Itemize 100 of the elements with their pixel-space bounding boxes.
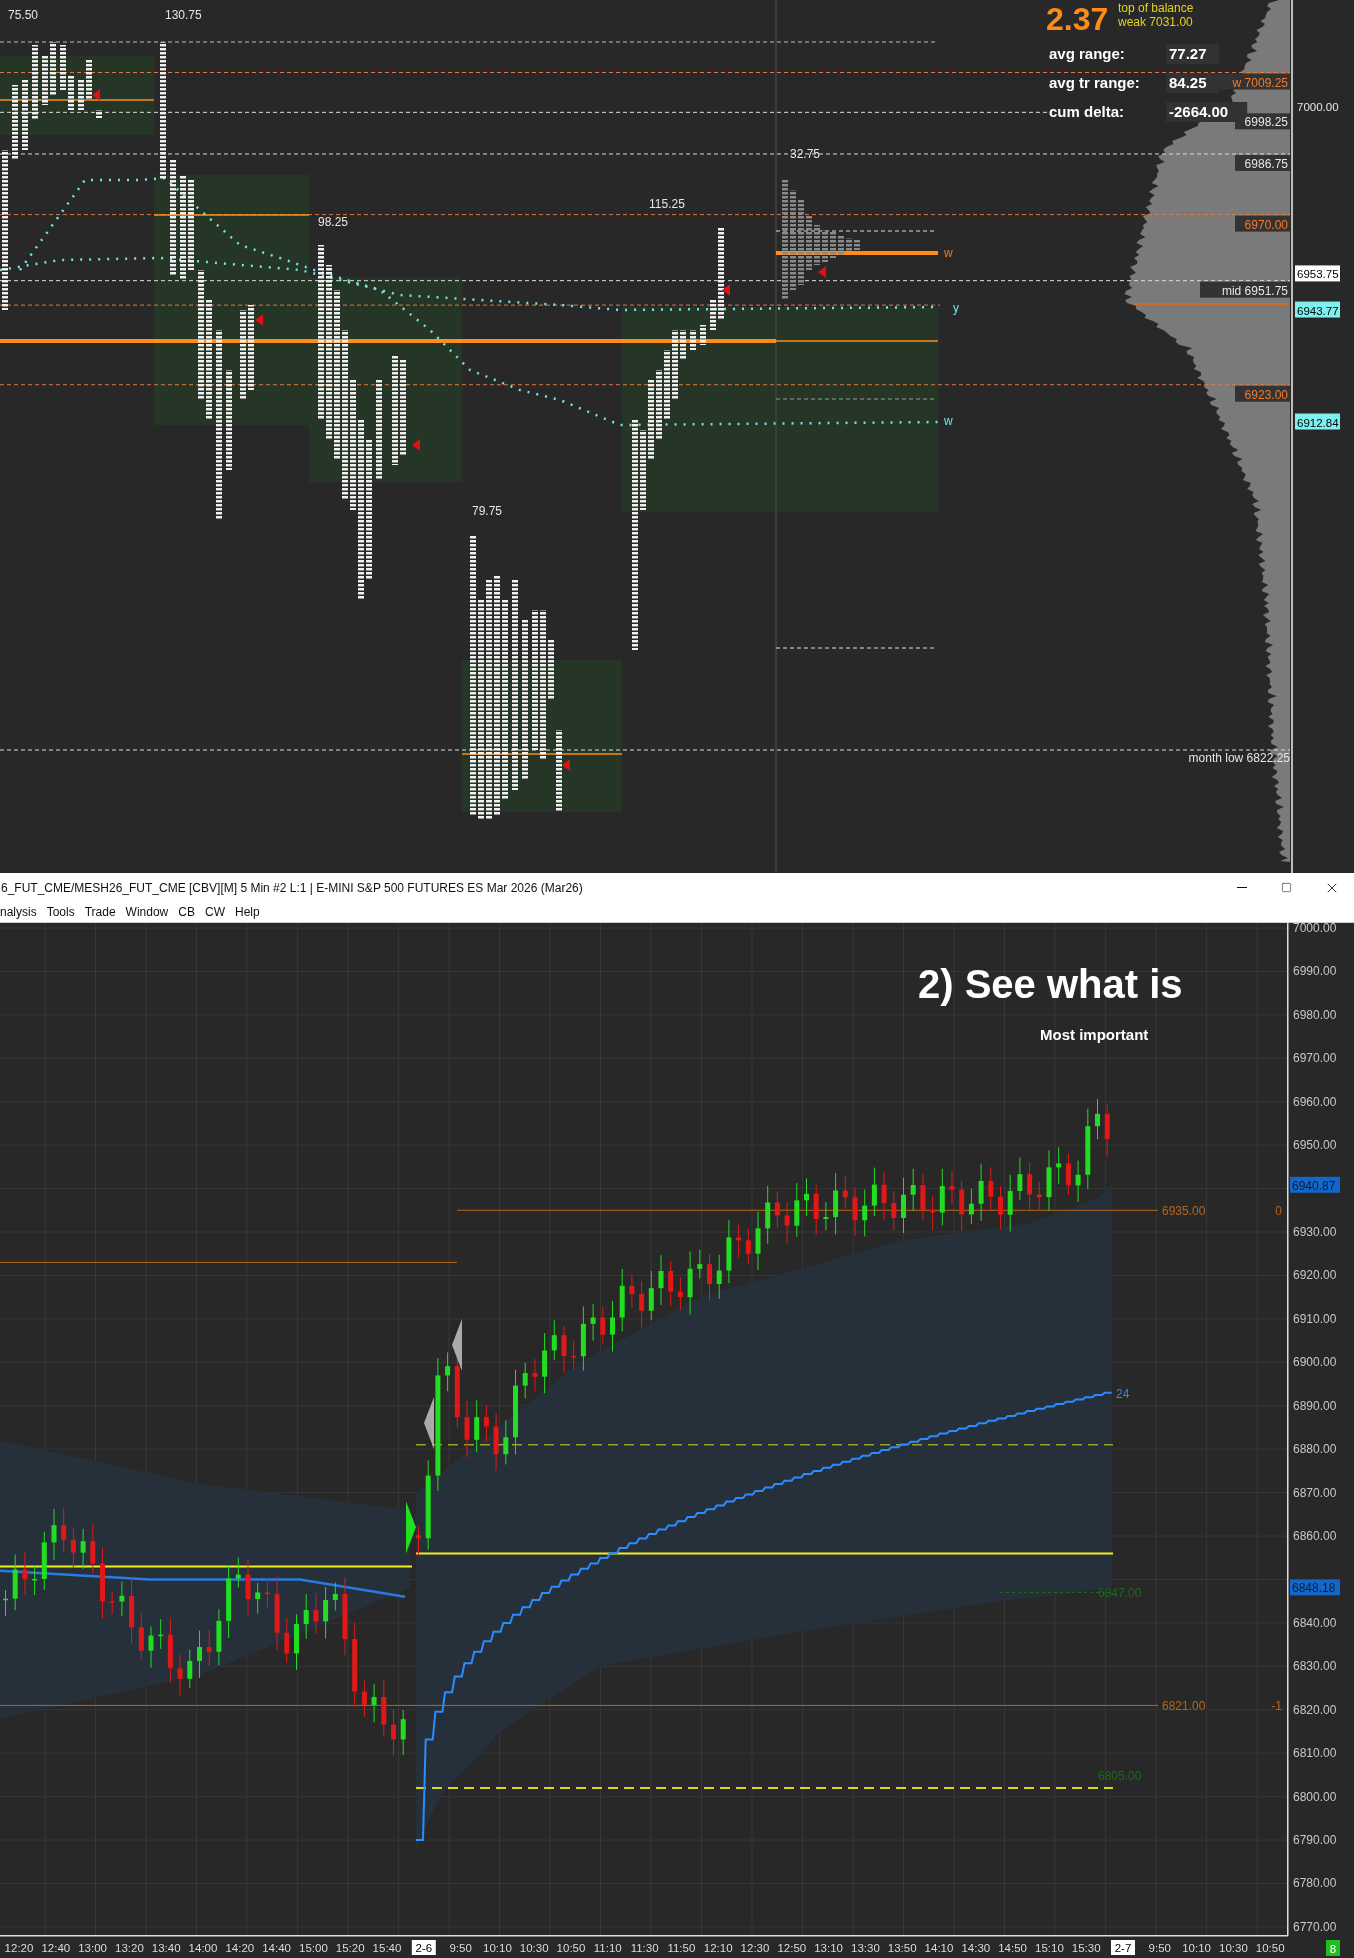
candle (3, 1589, 8, 1617)
window-title: 6_FUT_CME/MESH26_FUT_CME [CBV][M] 5 Min #2 L:1 | E-MINI S&P 500 FUTURES ES Mar 2026 (Mar26) (0, 880, 584, 895)
time-label: 14:40 (262, 1942, 291, 1954)
candle (629, 1273, 635, 1309)
time-label: 15:30 (1071, 1942, 1101, 1954)
line-label: 6847.00 (1098, 1586, 1142, 1601)
time-label: 13:10 (814, 1942, 843, 1954)
line-label: y (953, 301, 959, 315)
candle (1007, 1174, 1013, 1233)
range-label: 32.75 (790, 147, 821, 161)
candle (910, 1168, 916, 1212)
candle (532, 1358, 538, 1392)
candle (158, 1618, 164, 1650)
candle (119, 1581, 125, 1617)
range-label: 75.50 (8, 8, 39, 22)
menu-item[interactable]: CW (199, 905, 230, 919)
time-label: 10:50 (1255, 1942, 1285, 1954)
time-label: 13:30 (851, 1942, 880, 1954)
axis-price-tag: 6943.77 (1295, 301, 1340, 318)
range-label: 130.75 (165, 8, 202, 22)
candle (391, 1708, 396, 1756)
candle (1104, 1104, 1110, 1157)
time-label: 11:50 (667, 1942, 696, 1954)
candle (736, 1224, 742, 1259)
price-axis-label: 6970.00 (1293, 1051, 1337, 1066)
date-label: 2-7 (1111, 1940, 1135, 1955)
candle (726, 1219, 732, 1284)
range-label: 98.25 (318, 215, 349, 229)
line-label: w (944, 246, 953, 260)
candle (51, 1508, 57, 1561)
stat-label: avg tr range: (1049, 74, 1140, 91)
menu-item[interactable]: Trade (79, 905, 121, 919)
candle (580, 1306, 586, 1371)
price-axis-label: 6870.00 (1293, 1485, 1337, 1500)
candle (968, 1188, 974, 1225)
candle (648, 1270, 654, 1321)
candle (381, 1679, 387, 1737)
candle (813, 1184, 819, 1236)
candle (891, 1190, 897, 1231)
price-axis-label: 6860.00 (1293, 1529, 1337, 1543)
stat-value: 77.27 (1166, 44, 1219, 64)
price-axis-label: 6990.00 (1293, 964, 1337, 979)
candle (129, 1577, 135, 1645)
price-axis-label: 6960.00 (1293, 1094, 1337, 1109)
menu-item[interactable]: CB (173, 905, 200, 919)
candle (571, 1339, 577, 1370)
candle (619, 1268, 625, 1332)
axis-price-tag: 6912.84 (1295, 413, 1340, 430)
time-label: 13:20 (115, 1942, 144, 1954)
candle (483, 1404, 489, 1443)
stat-label: avg range: (1049, 45, 1125, 62)
menu-item[interactable]: nalysis (0, 905, 42, 919)
candle (1065, 1152, 1071, 1196)
menu-item[interactable]: Help (229, 905, 265, 919)
price-axis-label: 6840.00 (1293, 1615, 1337, 1630)
time-label: 10:30 (519, 1942, 549, 1954)
candle (522, 1362, 528, 1399)
time-label: 12:50 (777, 1942, 807, 1954)
candle (852, 1186, 858, 1237)
candle (978, 1163, 984, 1222)
price-axis-label: 6770.00 (1293, 1919, 1337, 1934)
candle (235, 1557, 241, 1589)
time-label: 10:10 (1182, 1942, 1211, 1954)
candle (1027, 1161, 1033, 1212)
candle (901, 1177, 906, 1234)
price-axis-label: 6820.00 (1293, 1702, 1337, 1717)
candle (842, 1175, 848, 1210)
candle (474, 1399, 480, 1453)
time-label: 9:50 (449, 1942, 472, 1954)
time-label: 11:30 (630, 1942, 659, 1954)
price-axis-label: 6930.00 (1293, 1225, 1337, 1239)
candle (949, 1170, 955, 1205)
candle (187, 1649, 193, 1689)
time-label: 12:30 (740, 1942, 770, 1954)
candle (138, 1612, 144, 1661)
time-label: 12:10 (703, 1942, 733, 1954)
date-label: 2-6 (411, 1940, 436, 1955)
axis-price-tag: 7000.00 (1297, 101, 1339, 113)
candle (590, 1303, 596, 1342)
menu-item[interactable]: Tools (41, 905, 80, 919)
price-axis-label: 6780.00 (1293, 1876, 1337, 1891)
candle (998, 1185, 1003, 1230)
candle (610, 1300, 615, 1353)
line-label: 6821.00 (1162, 1699, 1206, 1714)
entry-arrow-icon (406, 1501, 416, 1554)
price-axis-label: 7000.00 (1293, 923, 1337, 935)
price-tag: 6848.18 (1290, 1579, 1340, 1596)
candle (177, 1654, 183, 1697)
candle (745, 1228, 751, 1265)
candle (1017, 1156, 1023, 1201)
time-label: 13:00 (78, 1942, 107, 1954)
time-label: 13:50 (887, 1942, 917, 1954)
time-label: 14:50 (998, 1942, 1027, 1954)
candle (323, 1586, 329, 1640)
candle (255, 1582, 261, 1614)
candle (416, 1526, 421, 1557)
heading: 2) See what is (918, 962, 1183, 1006)
time-label: 10:10 (483, 1942, 512, 1954)
candle (939, 1168, 945, 1226)
menu-item[interactable]: Window (120, 905, 174, 919)
